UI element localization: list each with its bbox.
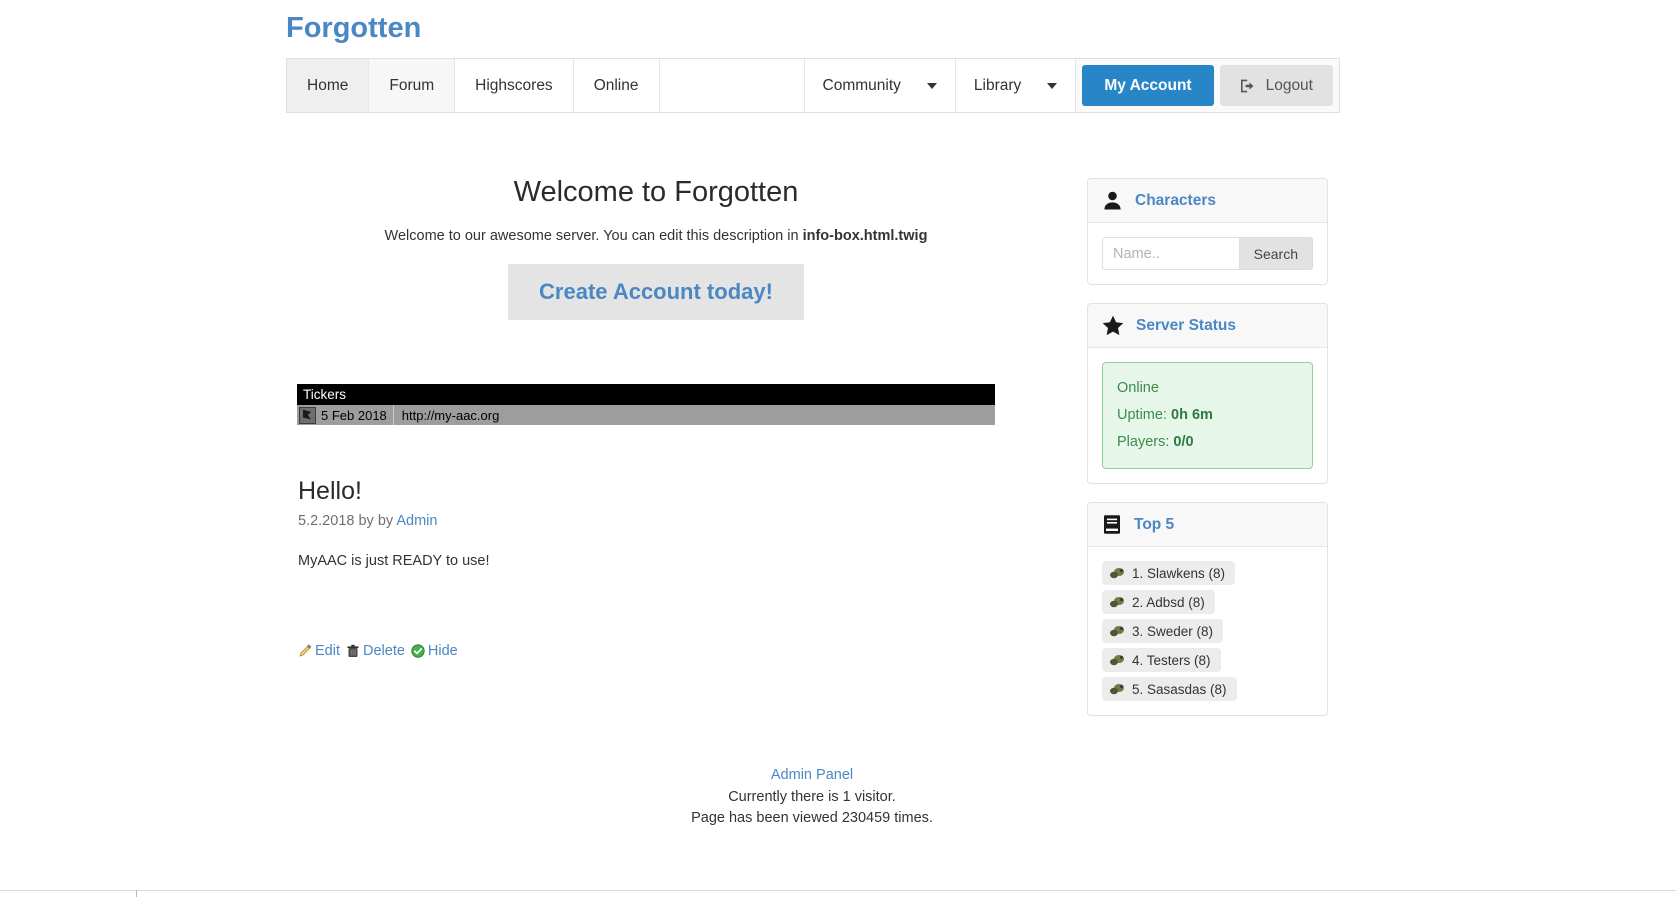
top5-list: 1. Slawkens (8) 2. Adbsd (8) 3. Sweder (… — [1102, 561, 1313, 701]
server-status-uptime-label: Uptime: — [1117, 407, 1171, 423]
logout-button[interactable]: Logout — [1219, 65, 1333, 106]
welcome-description-text: Welcome to our awesome server. You can e… — [384, 228, 803, 244]
news-post: Hello! 5.2.2018 by by Admin MyAAC is jus… — [298, 475, 998, 659]
list-item[interactable]: 1. Slawkens (8) — [1102, 561, 1236, 585]
outfit-icon — [1108, 652, 1126, 668]
news-delete-label: Delete — [363, 643, 405, 659]
footer: Admin Panel Currently there is 1 visitor… — [0, 766, 1624, 828]
footer-admin-panel-line: Admin Panel — [0, 766, 1624, 785]
panel-server-status: Server Status Online Uptime: 0h 6m Playe… — [1087, 303, 1328, 484]
list-item-label: 1. Slawkens (8) — [1132, 565, 1226, 581]
outfit-icon — [1108, 594, 1126, 610]
list-item-label: 3. Sweder (8) — [1132, 623, 1214, 639]
news-hide-link[interactable]: Hide — [411, 643, 458, 659]
trash-icon — [346, 644, 360, 658]
logout-label: Logout — [1265, 76, 1313, 94]
list-item[interactable]: 3. Sweder (8) — [1102, 619, 1224, 643]
book-icon — [1102, 514, 1122, 535]
nav-dropdown-community[interactable]: Community — [804, 59, 956, 112]
site-logo[interactable]: Forgotten — [286, 12, 421, 44]
news-meta: 5.2.2018 by by Admin — [298, 513, 998, 529]
create-account-button[interactable]: Create Account today! — [508, 264, 804, 320]
panel-top5-body: 1. Slawkens (8) 2. Adbsd (8) 3. Sweder (… — [1088, 547, 1327, 715]
news-actions: Edit Delete Hide — [298, 643, 998, 659]
nav-dropdown-community-label: Community — [822, 76, 901, 94]
nav-dropdown-library-label: Library — [973, 76, 1022, 94]
news-title: Hello! — [298, 477, 362, 505]
nav-item-highscores[interactable]: Highscores — [455, 59, 574, 112]
footer-visitors: Currently there is 1 visitor. — [728, 788, 896, 805]
list-item[interactable]: 2. Adbsd (8) — [1102, 590, 1215, 614]
welcome-description-file: info-box.html.twig — [802, 228, 928, 244]
ticker-flag-icon — [299, 406, 316, 424]
create-account-label: Create Account today! — [539, 279, 773, 304]
chevron-down-icon — [926, 82, 937, 89]
panel-characters-body: Search — [1088, 223, 1327, 284]
panel-characters: Characters Search — [1087, 178, 1328, 285]
sidebar: Characters Search Server Status — [1087, 178, 1328, 734]
page-root: Forgotten Home Forum Highscores Online C… — [0, 0, 1676, 898]
my-account-button[interactable]: My Account — [1082, 65, 1214, 106]
news-delete-link[interactable]: Delete — [346, 643, 405, 659]
pencil-icon — [298, 644, 312, 658]
news-author-link[interactable]: Admin — [396, 513, 437, 529]
news-hide-label: Hide — [427, 643, 458, 659]
list-item-label: 2. Adbsd (8) — [1132, 594, 1205, 610]
panel-server-status-title: Server Status — [1136, 316, 1236, 334]
main-navigation: Home Forum Highscores Online Community L… — [286, 58, 1340, 113]
list-item-label: 5. Sasasdas (8) — [1132, 681, 1227, 697]
outfit-icon — [1108, 681, 1126, 697]
outfit-icon — [1108, 623, 1126, 639]
server-status-state: Online — [1117, 380, 1159, 396]
server-status-players: Players: 0/0 — [1117, 429, 1298, 456]
character-search-button[interactable]: Search — [1239, 237, 1313, 270]
main-content: Welcome to Forgotten Welcome to our awes… — [286, 160, 1026, 659]
tickers-header: Tickers — [297, 384, 995, 405]
footer-views: Page has been viewed 230459 times. — [691, 810, 933, 826]
news-edit-label: Edit — [315, 643, 340, 659]
list-item[interactable]: 5. Sasasdas (8) — [1102, 677, 1237, 701]
sign-out-icon — [1240, 78, 1257, 94]
news-edit-link[interactable]: Edit — [298, 643, 340, 659]
nav-spacer — [659, 59, 805, 112]
panel-top5: Top 5 1. Slawkens (8) 2. Adbsd (8) 3. Sw… — [1087, 502, 1328, 716]
panel-server-status-header: Server Status — [1088, 304, 1327, 348]
user-icon — [1102, 190, 1123, 211]
panel-server-status-body: Online Uptime: 0h 6m Players: 0/0 — [1088, 348, 1327, 483]
ticker-date-label: 5 Feb 2018 — [321, 407, 387, 423]
admin-panel-link[interactable]: Admin Panel — [771, 767, 853, 783]
nav-item-forum[interactable]: Forum — [369, 59, 456, 112]
character-search-row: Search — [1102, 237, 1313, 270]
panel-top5-title: Top 5 — [1134, 515, 1175, 533]
news-body: MyAAC is just READY to use! — [298, 553, 490, 569]
server-status-uptime-value: 0h 6m — [1171, 407, 1213, 423]
star-icon — [1102, 315, 1124, 336]
page-title: Welcome to Forgotten — [513, 176, 799, 208]
nav-item-online[interactable]: Online — [573, 59, 660, 112]
chevron-down-icon — [1047, 82, 1058, 89]
welcome-description: Welcome to our awesome server. You can e… — [286, 228, 1026, 244]
ticker-link[interactable]: http://my-aac.org — [394, 405, 508, 425]
nav-dropdown-library[interactable]: Library — [955, 59, 1077, 112]
character-name-input[interactable] — [1102, 237, 1240, 270]
server-status-box: Online Uptime: 0h 6m Players: 0/0 — [1102, 362, 1313, 469]
panel-top5-header: Top 5 — [1088, 503, 1327, 547]
nav-item-home[interactable]: Home — [287, 59, 370, 112]
panel-characters-header: Characters — [1088, 179, 1327, 223]
tickers-table: Tickers 5 Feb 2018 http://my-aac.org — [297, 384, 995, 425]
list-item-label: 4. Testers (8) — [1132, 652, 1211, 668]
server-status-players-label: Players: — [1117, 434, 1174, 450]
list-item[interactable]: 4. Testers (8) — [1102, 648, 1221, 672]
check-circle-icon — [411, 644, 425, 658]
window-bottom-tick — [136, 890, 137, 897]
server-status-players-value: 0/0 — [1173, 434, 1194, 450]
server-status-uptime: Uptime: 0h 6m — [1117, 402, 1298, 429]
ticker-date-cell: 5 Feb 2018 — [297, 405, 394, 425]
outfit-icon — [1108, 565, 1126, 581]
table-row: 5 Feb 2018 http://my-aac.org — [297, 405, 995, 425]
panel-characters-title: Characters — [1135, 191, 1216, 209]
news-date: 5.2.2018 by by — [298, 513, 397, 529]
